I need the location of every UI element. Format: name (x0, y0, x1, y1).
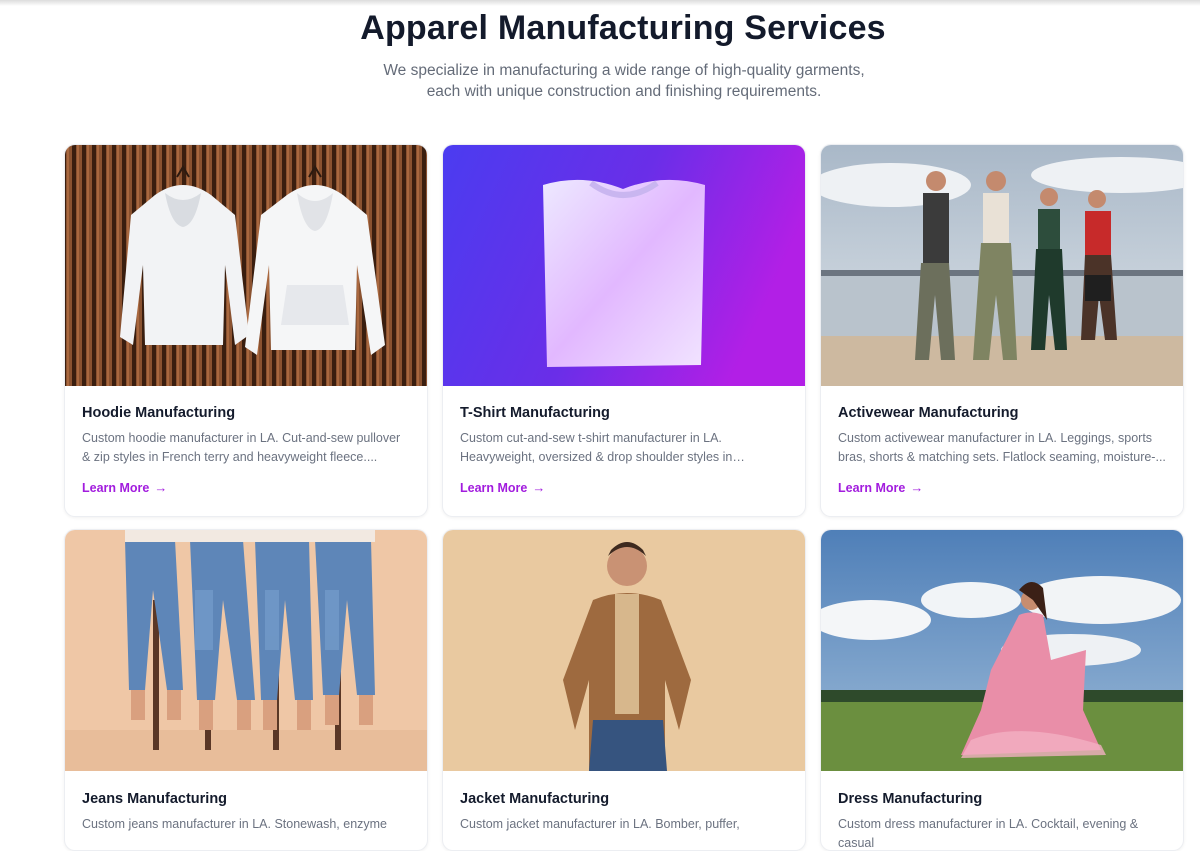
service-card-dress[interactable]: Dress Manufacturing Custom dress manufac… (820, 529, 1184, 851)
card-description: Custom activewear manufacturer in LA. Le… (838, 431, 1166, 464)
hoodie-image (65, 145, 427, 386)
card-description: Custom jeans manufacturer in LA. Stonewa… (82, 817, 388, 831)
service-card-activewear[interactable]: Activewear Manufacturing Custom activewe… (820, 144, 1184, 517)
page-title: Apparel Manufacturing Services (360, 9, 886, 47)
arrow-right-icon: → (910, 480, 924, 495)
card-title: Jacket Manufacturing (460, 791, 610, 807)
jacket-image (443, 530, 805, 771)
card-title: Activewear Manufacturing (838, 405, 1019, 421)
learn-more-link-tshirt[interactable]: Learn More → (460, 480, 545, 495)
card-description: Custom hoodie manufacturer in LA. Cut-an… (82, 431, 401, 464)
service-card-jacket[interactable]: Jacket Manufacturing Custom jacket manuf… (442, 529, 806, 851)
tshirt-image (443, 145, 805, 386)
card-description: Custom dress manufacturer in LA. Cocktai… (838, 817, 1139, 850)
card-description: Custom cut-and-sew t-shirt manufacturer … (460, 431, 733, 464)
card-title: Jeans Manufacturing (82, 791, 228, 807)
learn-more-label: Learn More (838, 480, 906, 495)
service-card-jeans[interactable]: Jeans Manufacturing Custom jeans manufac… (64, 529, 428, 851)
card-description: Custom jacket manufacturer in LA. Bomber… (460, 817, 740, 831)
learn-more-link-hoodie[interactable]: Learn More → (82, 480, 167, 495)
jeans-image (65, 530, 427, 771)
card-title: T-Shirt Manufacturing (460, 405, 610, 421)
dress-image (821, 530, 1183, 771)
arrow-right-icon: → (532, 480, 546, 495)
page-subtitle: We specialize in manufacturing a wide ra… (383, 62, 865, 100)
arrow-right-icon: → (154, 480, 168, 495)
top-shadow (0, 0, 1200, 6)
learn-more-label: Learn More (460, 480, 528, 495)
service-card-tshirt[interactable]: T-Shirt Manufacturing Custom cut-and-sew… (442, 144, 806, 517)
card-title: Dress Manufacturing (838, 791, 983, 807)
learn-more-label: Learn More (82, 480, 150, 495)
card-title: Hoodie Manufacturing (82, 405, 236, 421)
service-card-hoodie[interactable]: Hoodie Manufacturing Custom hoodie manuf… (64, 144, 428, 517)
activewear-image (821, 145, 1183, 386)
learn-more-link-activewear[interactable]: Learn More → (838, 480, 923, 495)
